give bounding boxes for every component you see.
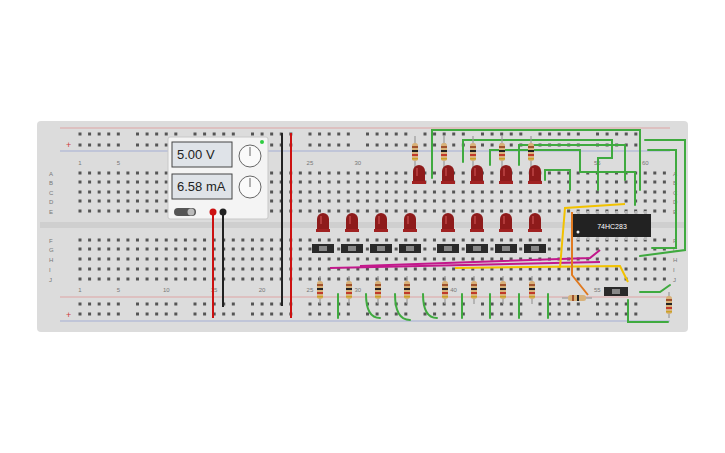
svg-text:A: A <box>49 171 53 177</box>
led[interactable] <box>470 213 484 232</box>
column-label: 20 <box>259 287 266 293</box>
power-supply[interactable]: 5.00 V 6.58 mA <box>168 137 268 219</box>
led[interactable] <box>441 213 455 232</box>
svg-text:E: E <box>49 209 53 215</box>
switch[interactable] <box>370 244 392 253</box>
output-switch[interactable] <box>174 208 196 216</box>
current-knob[interactable] <box>239 176 261 198</box>
row-label: CC <box>49 190 678 196</box>
column-label: 30 <box>354 287 361 293</box>
negative-lead[interactable] <box>222 212 224 307</box>
row-label: EE <box>49 209 677 215</box>
power-wire[interactable] <box>290 133 292 318</box>
resistor[interactable] <box>412 136 418 168</box>
voltage-display <box>172 142 232 167</box>
led[interactable] <box>412 165 426 184</box>
resistor[interactable] <box>470 136 476 168</box>
rail-mark: + <box>66 310 71 320</box>
led[interactable] <box>316 213 330 232</box>
led[interactable] <box>345 213 359 232</box>
svg-text:C: C <box>49 190 54 196</box>
column-label: 25 <box>307 160 314 166</box>
row-label: BB <box>49 180 677 186</box>
column-label: 5 <box>117 287 121 293</box>
column-label: 1 <box>78 160 82 166</box>
row-label: GG <box>49 247 678 253</box>
led[interactable] <box>528 165 542 184</box>
svg-text:J: J <box>673 277 676 283</box>
column-label: 40 <box>450 287 457 293</box>
column-label: 5 <box>117 160 121 166</box>
svg-text:F: F <box>49 238 53 244</box>
circuit-diagram: ++AABBCCDDEEFFGGHHIIJJ152530556015101520… <box>0 0 725 453</box>
led[interactable] <box>499 165 513 184</box>
voltage-reading: 5.00 V <box>177 147 215 162</box>
resistor[interactable] <box>375 276 381 304</box>
resistor[interactable] <box>471 276 477 304</box>
canvas: ++AABBCCDDEEFFGGHHIIJJ152530556015101520… <box>0 0 725 453</box>
resistor[interactable] <box>528 136 534 168</box>
resistor[interactable] <box>500 276 506 304</box>
voltage-knob[interactable] <box>239 145 261 167</box>
transistor[interactable] <box>604 287 628 296</box>
switch[interactable] <box>466 244 488 253</box>
svg-text:I: I <box>673 267 675 273</box>
resistor[interactable] <box>442 276 448 304</box>
column-label: 25 <box>307 287 314 293</box>
ground-wire[interactable] <box>281 133 283 306</box>
svg-text:G: G <box>49 247 54 253</box>
switch[interactable] <box>341 244 363 253</box>
rail-mark: + <box>66 140 71 150</box>
svg-text:H: H <box>49 257 53 263</box>
switch[interactable] <box>399 244 421 253</box>
resistor[interactable] <box>404 276 410 304</box>
resistor[interactable] <box>529 276 535 304</box>
switch[interactable] <box>495 244 517 253</box>
resistor[interactable] <box>346 276 352 304</box>
switch[interactable] <box>524 244 546 253</box>
row-label: FF <box>49 238 677 244</box>
svg-text:H: H <box>673 257 677 263</box>
column-label: 60 <box>642 160 649 166</box>
column-label: 55 <box>594 287 601 293</box>
svg-text:D: D <box>49 199 54 205</box>
output-indicator <box>260 140 264 144</box>
resistor[interactable] <box>317 276 323 304</box>
column-label: 1 <box>78 287 82 293</box>
svg-text:I: I <box>49 267 51 273</box>
led[interactable] <box>499 213 513 232</box>
led[interactable] <box>470 165 484 184</box>
resistor[interactable] <box>666 292 672 318</box>
row-label: DD <box>49 199 678 205</box>
chip[interactable]: 74HC283 <box>573 211 651 240</box>
column-label: 10 <box>163 287 170 293</box>
switch[interactable] <box>312 244 334 253</box>
svg-text:J: J <box>49 277 52 283</box>
positive-lead[interactable] <box>212 212 214 318</box>
led[interactable] <box>403 213 417 232</box>
current-reading: 6.58 mA <box>177 179 226 194</box>
breadboard <box>37 121 688 332</box>
resistor[interactable] <box>562 295 592 301</box>
wires[interactable] <box>338 130 685 322</box>
row-label: JJ <box>49 277 676 283</box>
column-label: 30 <box>354 160 361 166</box>
wire[interactable] <box>455 266 628 282</box>
svg-text:B: B <box>49 180 53 186</box>
switch[interactable] <box>437 244 459 253</box>
led[interactable] <box>528 213 542 232</box>
column-label: 15 <box>211 287 218 293</box>
resistor[interactable] <box>499 136 505 168</box>
chip-label: 74HC283 <box>597 223 627 230</box>
led[interactable] <box>374 213 388 232</box>
led[interactable] <box>441 165 455 184</box>
resistor[interactable] <box>441 136 447 168</box>
current-display <box>172 174 232 199</box>
